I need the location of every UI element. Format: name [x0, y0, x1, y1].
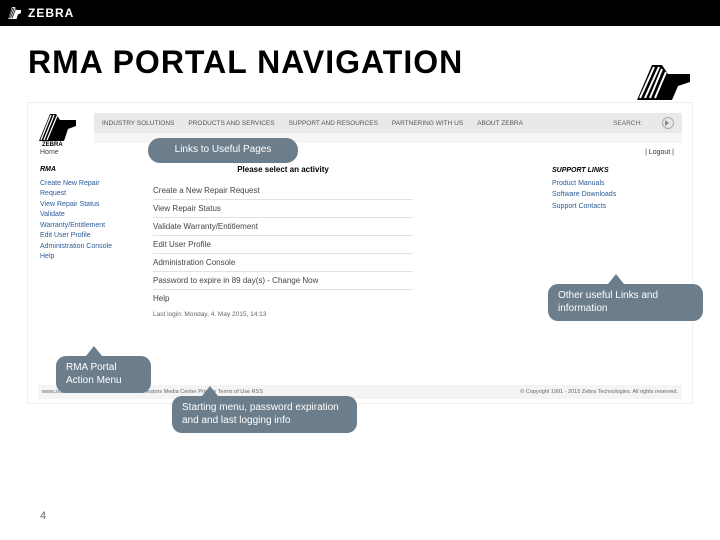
activity-panel: Please select an activity Create a New R…: [153, 165, 413, 318]
zebra-logo-small: ZEBRA: [36, 111, 86, 147]
nav-item[interactable]: ABOUT ZEBRA: [477, 120, 523, 127]
search-go-icon[interactable]: [662, 117, 674, 129]
callout-text: Links to Useful Pages: [175, 144, 272, 155]
svg-text:ZEBRA: ZEBRA: [42, 142, 63, 147]
rma-menu-item[interactable]: Validate Warranty/Entitlement: [40, 210, 124, 231]
support-link[interactable]: Software Downloads: [552, 189, 672, 200]
slide-header-bar: ZEBRA: [0, 0, 720, 26]
callout-text: RMA Portal Action Menu: [66, 362, 122, 386]
callout-text: Other useful Links and information: [558, 290, 658, 314]
nav-item[interactable]: PARTNERING WITH US: [392, 120, 463, 127]
activity-link[interactable]: View Repair Status: [153, 199, 413, 217]
callout-arrow-icon: [202, 386, 218, 396]
logout-link[interactable]: | Logout |: [645, 149, 674, 156]
callout-other-links: Other useful Links and information: [548, 284, 703, 321]
nav-item[interactable]: SUPPORT AND RESOURCES: [289, 120, 378, 127]
support-link[interactable]: Support Contacts: [552, 201, 672, 212]
zebra-logo: ZEBRA: [6, 4, 74, 22]
rma-menu-item[interactable]: Create New Repair Request: [40, 179, 124, 200]
search-label: SEARCH:: [613, 120, 642, 127]
rma-menu-item[interactable]: Help: [40, 252, 124, 263]
rma-menu-header: RMA: [40, 165, 124, 176]
nav-item[interactable]: INDUSTRY SOLUTIONS: [102, 120, 174, 127]
callout-text: Starting menu, password expiration and a…: [182, 402, 339, 426]
rma-menu-item[interactable]: View Repair Status: [40, 200, 124, 211]
zebra-head-icon: [6, 4, 24, 22]
rma-menu-item[interactable]: Administration Console: [40, 242, 124, 253]
portal-top-nav: INDUSTRY SOLUTIONS PRODUCTS AND SERVICES…: [94, 113, 682, 133]
callout-arrow-icon: [608, 274, 624, 284]
callout-arrow-icon: [86, 346, 102, 356]
page-title: RMA PORTAL NAVIGATION: [0, 26, 720, 89]
breadcrumb-home[interactable]: Home: [40, 149, 59, 156]
callout-action-menu: RMA Portal Action Menu: [56, 356, 151, 393]
activity-link[interactable]: Edit User Profile: [153, 235, 413, 253]
support-header: SUPPORT LINKS: [552, 165, 672, 176]
footer-copyright: © Copyright 1991 - 2015 Zebra Technologi…: [520, 389, 678, 395]
last-login-info: Last login: Monday, 4. May 2015, 14:13: [153, 311, 413, 318]
support-links-panel: SUPPORT LINKS Product Manuals Software D…: [552, 165, 672, 212]
brand-name: ZEBRA: [28, 6, 74, 20]
support-link[interactable]: Product Manuals: [552, 178, 672, 189]
callout-starting-menu: Starting menu, password expiration and a…: [172, 396, 357, 433]
activity-link[interactable]: Help: [153, 289, 413, 307]
activity-link[interactable]: Create a New Repair Request: [153, 182, 413, 199]
nav-item[interactable]: PRODUCTS AND SERVICES: [188, 120, 274, 127]
activity-password-notice[interactable]: Password to expire in 89 day(s) - Change…: [153, 271, 413, 289]
rma-side-menu: RMA Create New Repair Request View Repai…: [40, 165, 124, 263]
activity-title: Please select an activity: [153, 165, 413, 174]
page-number: 4: [40, 510, 46, 522]
zebra-head-icon: ZEBRA: [632, 62, 702, 102]
rma-menu-item[interactable]: Edit User Profile: [40, 231, 124, 242]
activity-link[interactable]: Administration Console: [153, 253, 413, 271]
activity-link[interactable]: Validate Warranty/Entitlement: [153, 217, 413, 235]
callout-useful-links: Links to Useful Pages: [148, 138, 298, 163]
